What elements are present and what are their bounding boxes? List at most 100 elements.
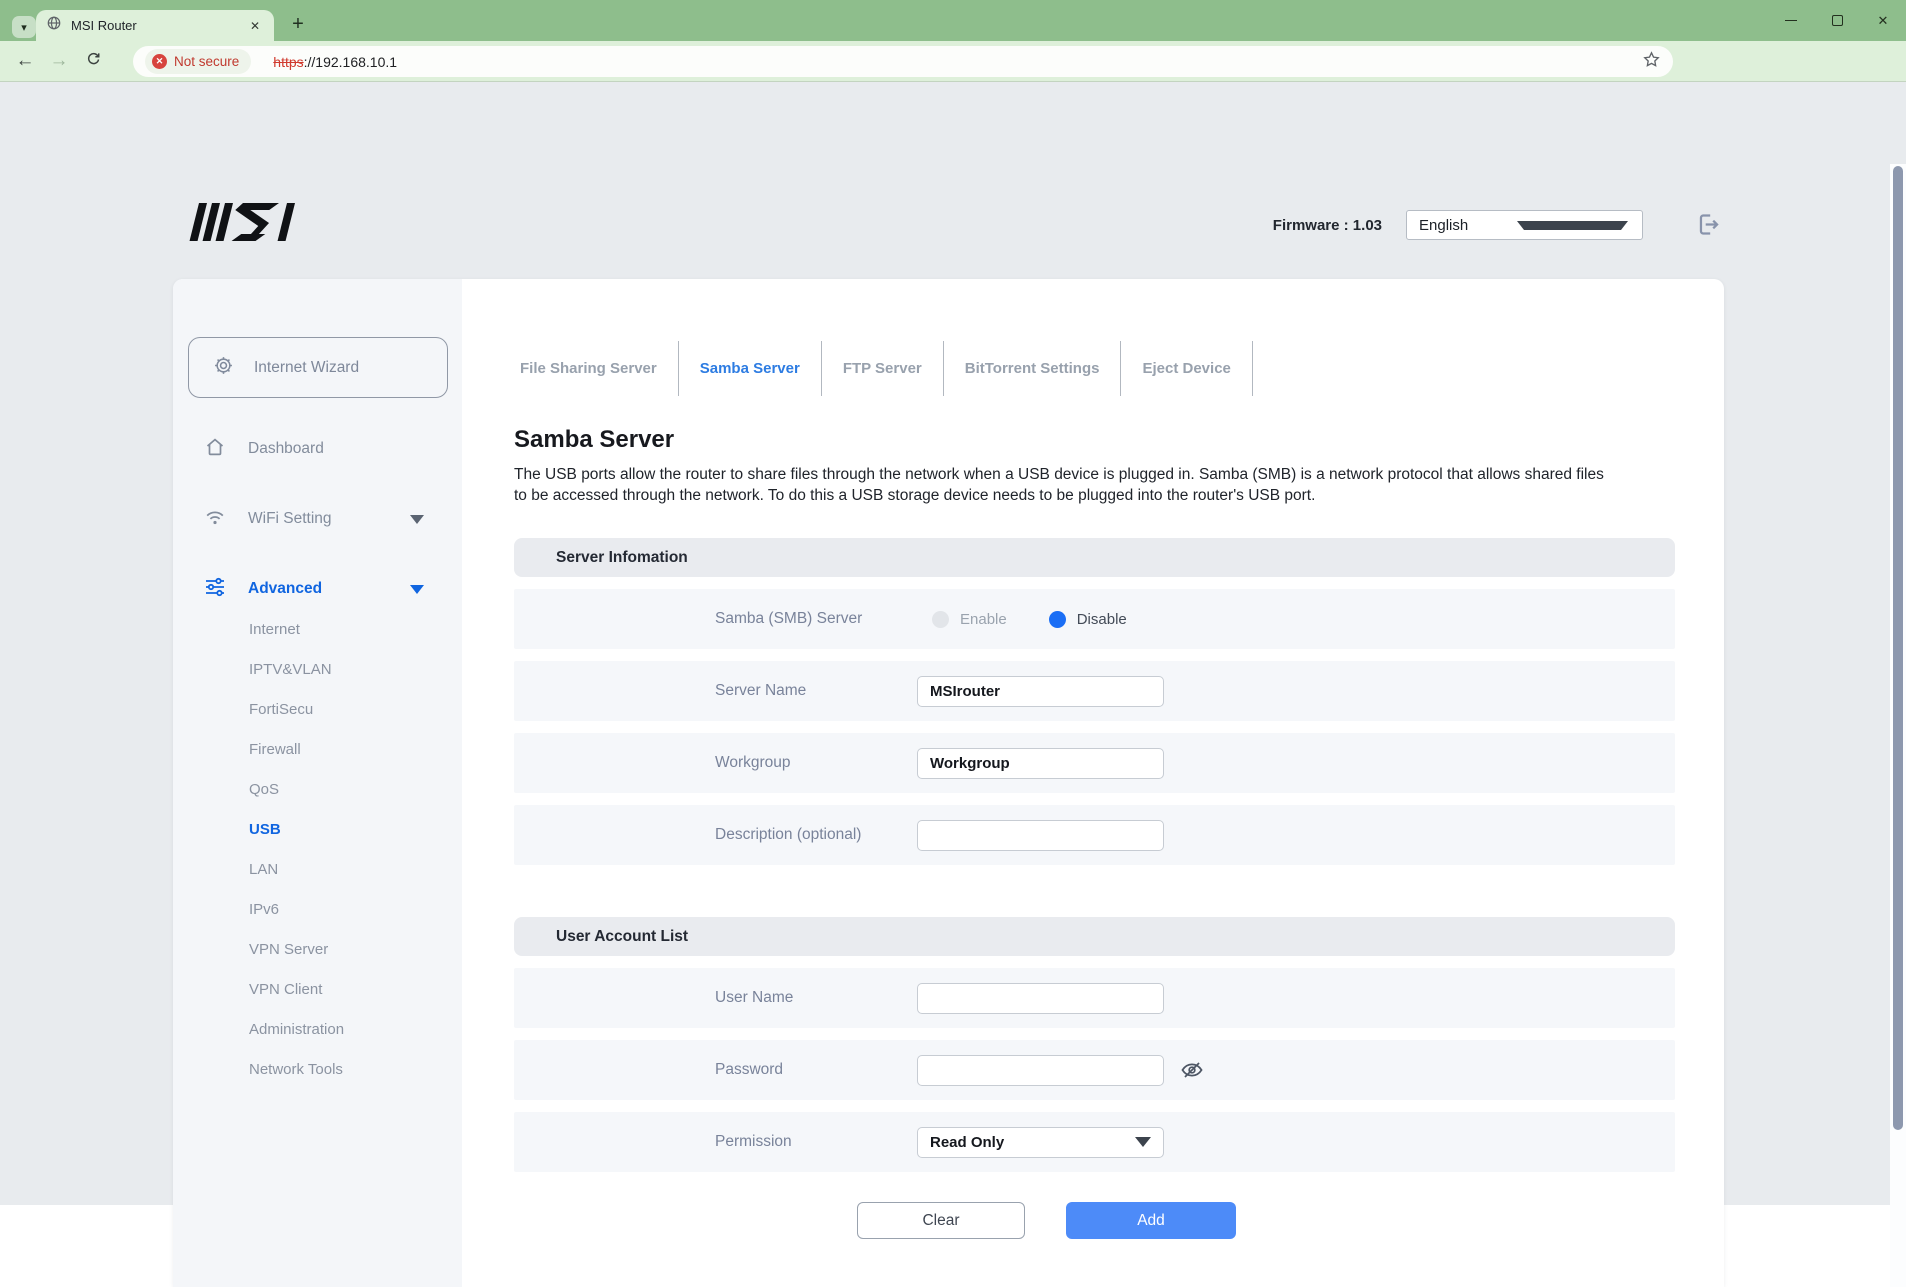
smb-server-label: Samba (SMB) Server (715, 610, 917, 628)
scrollbar-thumb[interactable] (1893, 166, 1903, 1130)
password-input[interactable] (917, 1055, 1164, 1086)
sidebar-subitem-ipv6[interactable]: IPv6 (173, 889, 462, 929)
workgroup-label: Workgroup (715, 754, 917, 772)
language-select[interactable]: English (1406, 210, 1643, 240)
sidebar-item-advanced[interactable]: Advanced (173, 554, 462, 624)
forward-button[interactable]: → (42, 50, 76, 72)
not-secure-chip[interactable]: ✕ Not secure (145, 49, 251, 74)
section-server-information: Server Infomation (514, 538, 1675, 577)
browser-tab-strip: ▾ MSI Router ✕ + ✕ (0, 0, 1906, 41)
page-title: Samba Server (514, 426, 1675, 454)
sidebar-subitem-lan[interactable]: LAN (173, 849, 462, 889)
browser-tab[interactable]: MSI Router ✕ (36, 10, 274, 41)
description-line: to be accessed through the network. To d… (514, 485, 1675, 506)
page-description: The USB ports allow the router to share … (514, 464, 1675, 506)
user-name-input[interactable] (917, 983, 1164, 1014)
main-content: File Sharing Server Samba Server FTP Ser… (462, 279, 1724, 1287)
sliders-icon (203, 575, 227, 604)
browser-toolbar: ← → ✕ Not secure https://192.168.10.1 J … (0, 41, 1906, 82)
sidebar-item-wifi-setting[interactable]: WiFi Setting (173, 484, 462, 554)
url-text[interactable]: https://192.168.10.1 (273, 54, 397, 70)
gear-icon (212, 354, 235, 382)
sidebar-subitem-firewall[interactable]: Firewall (173, 729, 462, 769)
maximize-icon (1832, 15, 1843, 26)
sidebar-item-label: Dashboard (248, 440, 324, 458)
tab-close-icon[interactable]: ✕ (246, 19, 264, 33)
sidebar-subitem-fortisecu[interactable]: FortiSecu (173, 689, 462, 729)
form-actions: Clear Add (514, 1202, 1675, 1239)
tab-bittorrent-settings[interactable]: BitTorrent Settings (944, 341, 1122, 396)
sidebar-subitem-usb[interactable]: USB (173, 809, 462, 849)
smb-server-row: Samba (SMB) Server Enable Disable (514, 589, 1675, 649)
user-name-row: User Name (514, 968, 1675, 1028)
permission-label: Permission (715, 1133, 917, 1151)
window-minimize-button[interactable] (1768, 0, 1814, 41)
sidebar-subitem-qos[interactable]: QoS (173, 769, 462, 809)
server-name-input[interactable] (917, 676, 1164, 707)
section-user-account-list: User Account List (514, 917, 1675, 956)
tab-file-sharing-server[interactable]: File Sharing Server (514, 341, 679, 396)
reload-button[interactable] (76, 50, 110, 73)
permission-select[interactable]: Read Only (917, 1127, 1164, 1158)
url-protocol: https (273, 54, 303, 70)
content-card: Internet Wizard Dashboard (173, 279, 1724, 1287)
description-label: Description (optional) (715, 826, 917, 844)
window-maximize-button[interactable] (1814, 0, 1860, 41)
workgroup-row: Workgroup (514, 733, 1675, 793)
sidebar-item-label: Advanced (248, 580, 322, 598)
sidebar-item-label: Internet Wizard (254, 359, 359, 377)
chevron-down-icon (410, 585, 424, 594)
chevron-down-icon (1135, 1137, 1151, 1147)
language-selected-value: English (1419, 217, 1517, 234)
description-row: Description (optional) (514, 805, 1675, 865)
url-host: ://192.168.10.1 (304, 54, 397, 70)
workgroup-input[interactable] (917, 748, 1164, 779)
home-icon (203, 435, 227, 464)
tab-search-chevron-icon[interactable]: ▾ (12, 16, 36, 38)
description-input[interactable] (917, 820, 1164, 851)
new-tab-button[interactable]: + (284, 10, 312, 38)
disable-radio[interactable] (1049, 611, 1066, 628)
page-scrollbar[interactable] (1890, 164, 1906, 1287)
permission-selected-value: Read Only (930, 1134, 1004, 1151)
clear-button[interactable]: Clear (857, 1202, 1025, 1239)
sidebar-subitem-iptv-vlan[interactable]: IPTV&VLAN (173, 649, 462, 689)
advanced-submenu: Internet IPTV&VLAN FortiSecu Firewall Qo… (173, 609, 462, 1089)
chevron-down-icon (410, 515, 424, 524)
sidebar-subitem-network-tools[interactable]: Network Tools (173, 1049, 462, 1089)
server-name-label: Server Name (715, 682, 917, 700)
address-bar[interactable]: ✕ Not secure https://192.168.10.1 (133, 46, 1673, 77)
sidebar-item-dashboard[interactable]: Dashboard (173, 414, 462, 484)
usb-tabs: File Sharing Server Samba Server FTP Ser… (514, 341, 1675, 396)
permission-row: Permission Read Only (514, 1112, 1675, 1172)
tab-samba-server[interactable]: Samba Server (679, 341, 822, 396)
minimize-icon (1785, 20, 1797, 21)
user-name-label: User Name (715, 989, 917, 1007)
sidebar-subitem-vpn-client[interactable]: VPN Client (173, 969, 462, 1009)
window-close-button[interactable]: ✕ (1860, 0, 1906, 41)
password-label: Password (715, 1061, 917, 1079)
globe-favicon-icon (46, 15, 62, 36)
sidebar-item-internet-wizard[interactable]: Internet Wizard (188, 337, 448, 398)
not-secure-label: Not secure (174, 54, 239, 69)
sidebar-subitem-vpn-server[interactable]: VPN Server (173, 929, 462, 969)
add-button[interactable]: Add (1066, 1202, 1236, 1239)
tab-eject-device[interactable]: Eject Device (1121, 341, 1252, 396)
sidebar-item-label: WiFi Setting (248, 510, 332, 528)
password-visibility-toggle[interactable] (1179, 1057, 1205, 1083)
wifi-icon (203, 505, 227, 534)
router-page: Firmware : 1.03 English Internet Wiza (0, 82, 1906, 1205)
tab-title: MSI Router (71, 18, 246, 33)
sidebar-subitem-administration[interactable]: Administration (173, 1009, 462, 1049)
enable-radio-label[interactable]: Enable (960, 611, 1007, 628)
logout-button[interactable] (1695, 211, 1722, 243)
chevron-down-icon (1517, 221, 1629, 230)
tab-ftp-server[interactable]: FTP Server (822, 341, 944, 396)
not-secure-icon: ✕ (152, 54, 167, 69)
back-button[interactable]: ← (8, 50, 42, 72)
sidebar: Internet Wizard Dashboard (173, 279, 462, 1287)
enable-radio[interactable] (932, 611, 949, 628)
password-row: Password (514, 1040, 1675, 1100)
disable-radio-label[interactable]: Disable (1077, 611, 1127, 628)
bookmark-star-icon[interactable] (1642, 50, 1661, 74)
